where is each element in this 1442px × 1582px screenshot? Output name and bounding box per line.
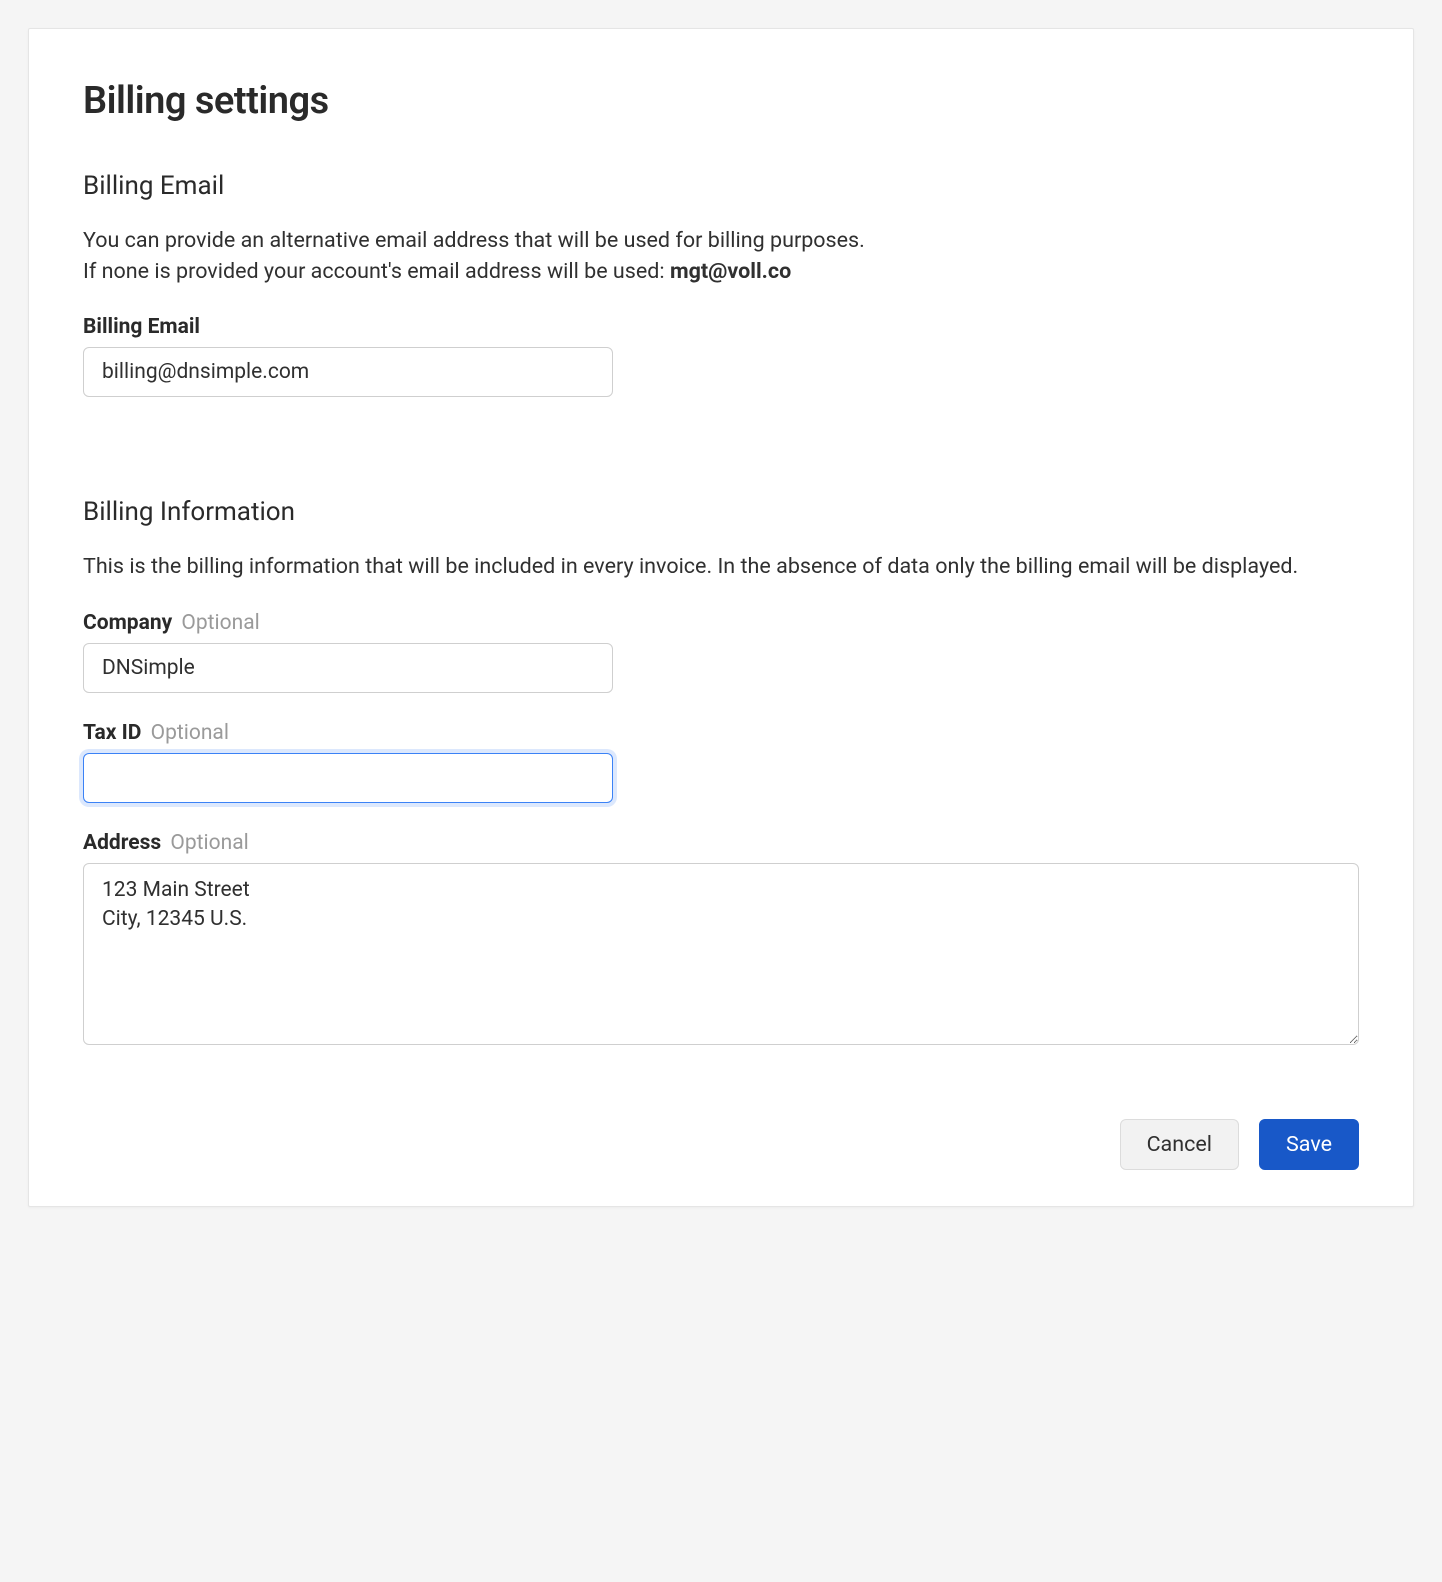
billing-settings-card: Billing settings Billing Email You can p… [28, 28, 1414, 1207]
billing-email-description: You can provide an alternative email add… [83, 225, 1359, 287]
company-field-group: Company Optional [83, 611, 1359, 693]
billing-info-heading: Billing Information [83, 497, 1359, 527]
company-label: Company Optional [83, 611, 1359, 635]
cancel-button[interactable]: Cancel [1120, 1119, 1239, 1170]
account-email: mgt@voll.co [670, 259, 791, 284]
save-button[interactable]: Save [1259, 1119, 1359, 1170]
tax-id-field-group: Tax ID Optional [83, 721, 1359, 803]
address-field-group: Address Optional [83, 831, 1359, 1051]
address-label-text: Address [83, 831, 161, 855]
billing-info-description: This is the billing information that wil… [83, 551, 1359, 582]
billing-email-input[interactable] [83, 347, 613, 397]
billing-email-label: Billing Email [83, 315, 1359, 339]
tax-id-label: Tax ID Optional [83, 721, 1359, 745]
address-label: Address Optional [83, 831, 1359, 855]
address-textarea[interactable] [83, 863, 1359, 1045]
company-input[interactable] [83, 643, 613, 693]
tax-id-optional-tag: Optional [151, 721, 229, 745]
billing-email-description-line2-prefix: If none is provided your account's email… [83, 259, 670, 284]
tax-id-label-text: Tax ID [83, 721, 141, 745]
page-title: Billing settings [83, 79, 1359, 123]
billing-email-heading: Billing Email [83, 171, 1359, 201]
billing-email-description-line1: You can provide an alternative email add… [83, 228, 865, 253]
billing-email-field-group: Billing Email [83, 315, 1359, 397]
company-label-text: Company [83, 611, 172, 635]
company-optional-tag: Optional [181, 611, 259, 635]
address-optional-tag: Optional [170, 831, 248, 855]
button-row: Cancel Save [83, 1119, 1359, 1170]
tax-id-input[interactable] [83, 753, 613, 803]
